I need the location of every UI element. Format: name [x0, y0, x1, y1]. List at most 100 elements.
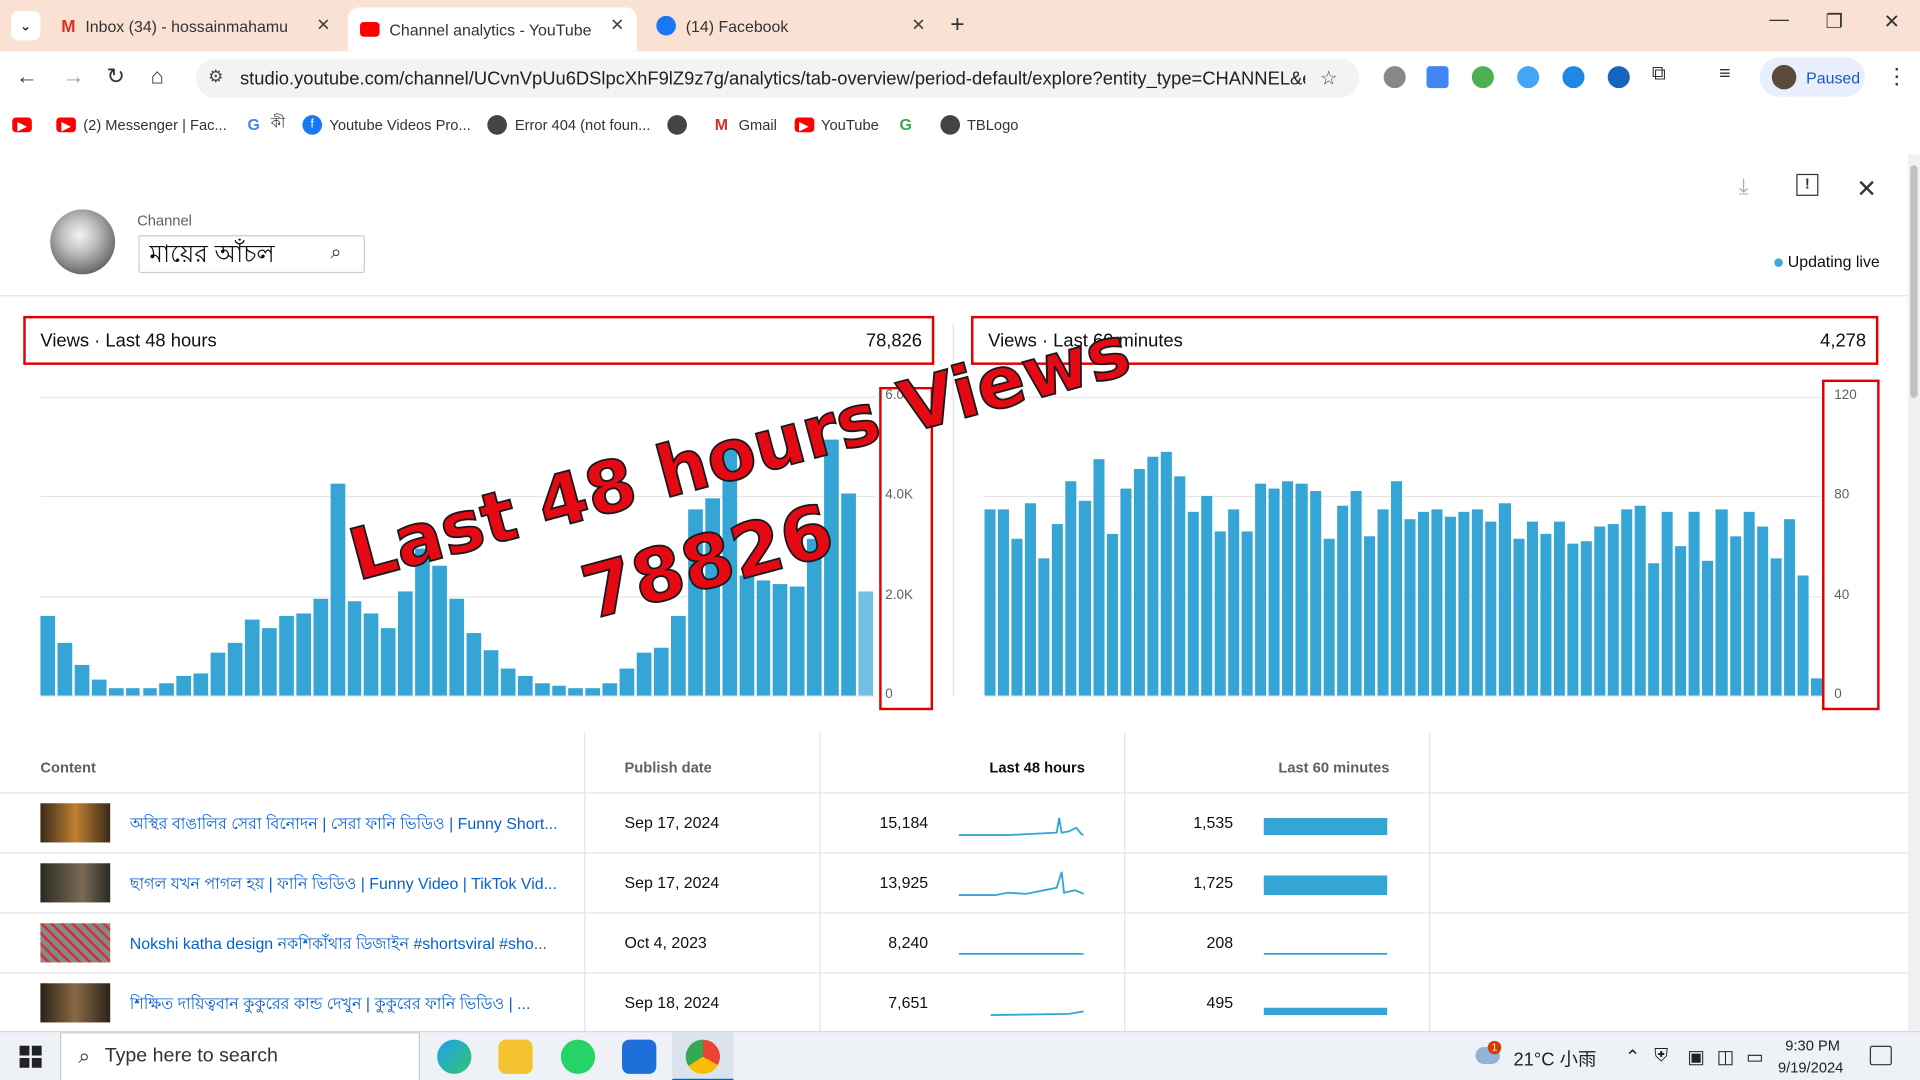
- chart-bar[interactable]: [585, 688, 601, 696]
- back-arrow-icon[interactable]: ←: [16, 64, 38, 90]
- tab-youtube-studio[interactable]: Channel analytics - YouTube St ✕: [347, 7, 637, 52]
- network-icon[interactable]: ◫: [1717, 1046, 1734, 1068]
- chart-bar[interactable]: [1147, 456, 1159, 696]
- close-tab-icon[interactable]: ✕: [316, 15, 330, 36]
- home-icon[interactable]: ⌂: [151, 64, 164, 90]
- chart-bar[interactable]: [1174, 476, 1186, 696]
- table-row[interactable]: শিক্ষিত দায়িত্ববান কুকুরের কান্ড দেখুন …: [0, 972, 1908, 1032]
- video-thumbnail[interactable]: [40, 803, 111, 843]
- chart-bar[interactable]: [313, 598, 328, 696]
- chart-bar[interactable]: [1458, 511, 1470, 696]
- video-thumbnail[interactable]: [40, 983, 111, 1023]
- reload-icon[interactable]: ↻: [107, 64, 125, 90]
- chart-bar[interactable]: [296, 613, 311, 696]
- chart-bar[interactable]: [1336, 506, 1348, 696]
- chart-bar[interactable]: [1363, 536, 1375, 696]
- bookmark-item[interactable]: Error 404 (not foun...: [487, 115, 650, 135]
- chart-bar[interactable]: [1241, 531, 1253, 696]
- table-row[interactable]: অস্থির বাঙালির সেরা বিনোদন | সেরা ফানি ভ…: [0, 792, 1908, 852]
- mail-icon[interactable]: [622, 1039, 657, 1074]
- chart-bar[interactable]: [1445, 516, 1457, 696]
- chart-bar[interactable]: [57, 643, 73, 696]
- chart-bar[interactable]: [602, 683, 618, 696]
- chart-bar[interactable]: [1309, 491, 1321, 696]
- chart-bar[interactable]: [1797, 575, 1809, 696]
- chart-bar[interactable]: [1377, 508, 1389, 696]
- chart-bar[interactable]: [1472, 508, 1484, 696]
- chart-bar[interactable]: [125, 688, 141, 696]
- extension-icon[interactable]: [1517, 66, 1540, 89]
- chart-bar[interactable]: [1567, 543, 1579, 696]
- extension-icon[interactable]: [1562, 66, 1585, 89]
- edge-icon[interactable]: [437, 1039, 472, 1074]
- chart-bar[interactable]: [1418, 511, 1430, 696]
- chart-bar[interactable]: [1106, 533, 1118, 696]
- bookmark-item[interactable]: M Gmail: [711, 115, 777, 135]
- chart-bar[interactable]: [1079, 501, 1091, 696]
- chart-bar[interactable]: [1553, 521, 1565, 696]
- publish-date-column-header[interactable]: Publish date: [624, 759, 711, 776]
- last-48-hours-column-header[interactable]: Last 48 hours: [989, 759, 1085, 776]
- chart-bar[interactable]: [1119, 488, 1132, 696]
- bookmark-item[interactable]: ▶ YouTube: [794, 116, 879, 133]
- extension-icon[interactable]: [1383, 66, 1406, 89]
- chart-bar[interactable]: [1621, 508, 1633, 696]
- chart-bar[interactable]: [193, 673, 209, 696]
- chart-bar[interactable]: [210, 653, 226, 696]
- clock-time[interactable]: 9:30 PM: [1785, 1037, 1840, 1054]
- chart-bar[interactable]: [1160, 451, 1172, 696]
- puzzle-extensions-icon[interactable]: ⧉: [1652, 64, 1666, 86]
- chart-bar[interactable]: [40, 615, 55, 696]
- close-tab-icon[interactable]: ✕: [610, 15, 624, 36]
- tab-facebook[interactable]: (14) Facebook ✕: [644, 7, 938, 44]
- bookmark-item[interactable]: TBLogo: [940, 115, 1018, 135]
- chart-bar[interactable]: [1499, 503, 1511, 696]
- battery-icon[interactable]: ▭: [1746, 1046, 1763, 1068]
- chart-bar[interactable]: [159, 683, 175, 696]
- chart-bar[interactable]: [1607, 523, 1619, 696]
- chart-bar[interactable]: [364, 613, 379, 696]
- chart-bar[interactable]: [261, 628, 277, 696]
- chart-bar[interactable]: [1390, 481, 1403, 696]
- video-title-link[interactable]: অস্থির বাঙালির সেরা বিনোদন | সেরা ফানি ভ…: [130, 813, 571, 839]
- scrollbar-thumb[interactable]: [1910, 165, 1918, 398]
- extension-icon[interactable]: [1607, 66, 1630, 89]
- chart-bar[interactable]: [1092, 458, 1104, 696]
- chart-bar[interactable]: [1404, 518, 1416, 696]
- chart-bar[interactable]: [176, 675, 192, 696]
- bookmark-item[interactable]: ▶: [12, 117, 39, 133]
- download-icon[interactable]: ⤓: [1739, 174, 1749, 200]
- weather-text[interactable]: 21°C 小雨: [1513, 1046, 1596, 1072]
- content-column-header[interactable]: Content: [40, 759, 96, 776]
- chart-bar[interactable]: [1296, 483, 1308, 696]
- chart-bar[interactable]: [1743, 511, 1755, 696]
- site-settings-icon[interactable]: ⚙: [208, 66, 223, 87]
- bookmark-item[interactable]: G কী: [243, 113, 285, 137]
- chart-bar[interactable]: [1688, 511, 1701, 696]
- tab-list-button[interactable]: ⌄: [11, 11, 41, 41]
- chart-bar[interactable]: [1323, 538, 1335, 696]
- media-control-icon[interactable]: ≡: [1719, 64, 1730, 86]
- chart-bar[interactable]: [1770, 558, 1782, 696]
- bookmark-item[interactable]: ▶ (2) Messenger | Fac...: [56, 116, 227, 133]
- close-tab-icon[interactable]: ✕: [911, 15, 925, 36]
- chart-bar[interactable]: [1539, 533, 1552, 696]
- chart-bar[interactable]: [1661, 511, 1673, 696]
- chart-bar[interactable]: [1282, 481, 1294, 696]
- chart-bar[interactable]: [1756, 526, 1768, 696]
- bookmark-item[interactable]: f Youtube Videos Pro...: [302, 115, 471, 135]
- forward-arrow-icon[interactable]: →: [62, 64, 84, 90]
- chart-bar[interactable]: [1702, 561, 1714, 696]
- video-thumbnail[interactable]: [40, 923, 111, 963]
- chart-bar[interactable]: [858, 590, 874, 696]
- chart-bar[interactable]: [74, 664, 90, 696]
- whatsapp-icon[interactable]: [560, 1039, 596, 1074]
- chart-bar[interactable]: [1431, 508, 1443, 696]
- bookmark-item[interactable]: G: [895, 115, 923, 135]
- windows-start-icon[interactable]: [19, 1045, 42, 1068]
- chart-bar[interactable]: [1268, 488, 1281, 696]
- chart-bar[interactable]: [1594, 526, 1606, 696]
- table-row[interactable]: ছাগল যখন পাগল হয় | ফানি ভিডিও | Funny V…: [0, 852, 1908, 912]
- chart-bar[interactable]: [1038, 558, 1050, 696]
- chart-bar[interactable]: [1716, 508, 1728, 696]
